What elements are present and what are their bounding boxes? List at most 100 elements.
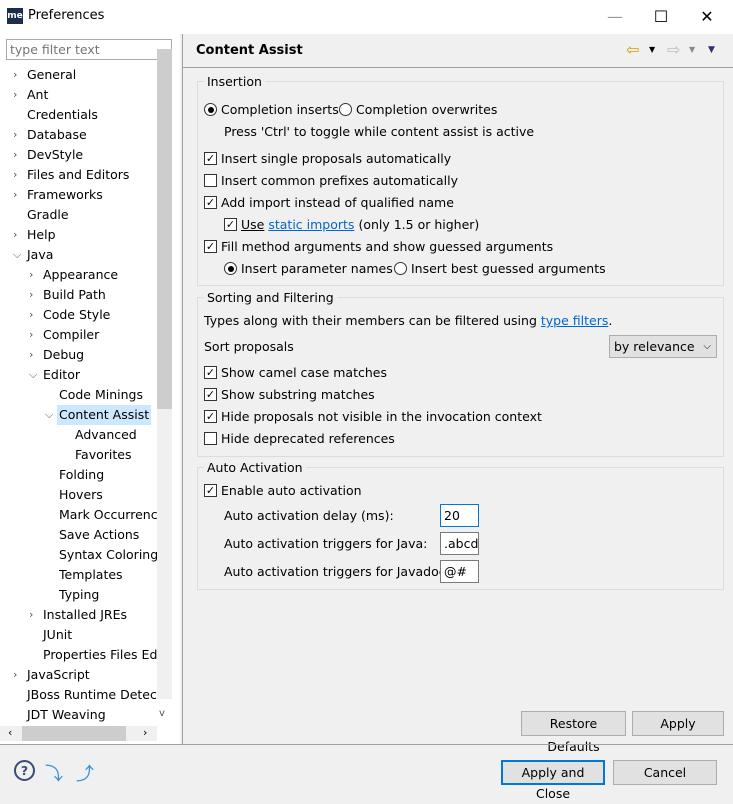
tree-item[interactable]: Code Style	[41, 305, 112, 325]
tree-item[interactable]: Files and Editors	[25, 165, 131, 185]
tree-item[interactable]: Code Minings	[57, 385, 145, 405]
back-icon[interactable]: ⇦	[626, 40, 639, 59]
checkbox-checked[interactable]: ✓	[204, 240, 217, 253]
chevron-right-icon[interactable]: ›	[29, 348, 33, 361]
help-icon[interactable]: ?	[14, 760, 35, 781]
type-filters-link[interactable]: type filters	[541, 313, 609, 328]
checkbox-checked[interactable]: ✓	[204, 196, 217, 209]
static-imports-link[interactable]: static imports	[268, 217, 354, 232]
checkbox-checked[interactable]: ✓	[224, 218, 237, 231]
maximize-button[interactable]: ☐	[638, 4, 684, 30]
tree-item[interactable]: Favorites	[73, 445, 133, 465]
back-menu-icon[interactable]: ▼	[649, 45, 655, 54]
filter-input[interactable]	[6, 39, 172, 60]
camel-case-checkbox[interactable]: ✓ Show camel case matches	[204, 365, 387, 380]
sort-proposals-select[interactable]: by relevance ⌵	[609, 335, 717, 358]
forward-icon[interactable]: ⇨	[667, 40, 680, 59]
tree-item[interactable]: Editor	[41, 365, 82, 385]
completion-inserts-radio[interactable]: Completion inserts	[204, 102, 339, 117]
tree-item[interactable]: Build Path	[41, 285, 108, 305]
chevron-right-icon[interactable]: ›	[13, 188, 17, 201]
tree-item[interactable]: General	[25, 65, 78, 85]
chevron-right-icon[interactable]: ›	[13, 148, 17, 161]
tree-item[interactable]: JavaScript	[25, 665, 92, 685]
minimize-button[interactable]: —	[592, 4, 638, 30]
chevron-right-icon[interactable]: ›	[13, 168, 17, 181]
insert-single-checkbox[interactable]: ✓ Insert single proposals automatically	[204, 151, 451, 166]
tree-item[interactable]: Hovers	[57, 485, 105, 505]
chevron-down-icon[interactable]: ⌵	[13, 248, 21, 262]
chevron-right-icon[interactable]: ›	[29, 608, 33, 621]
tree-item[interactable]: Java	[25, 245, 55, 265]
apply-and-close-button[interactable]: Apply and Close	[501, 760, 605, 801]
cancel-button[interactable]: Cancel	[613, 760, 717, 785]
tree-item[interactable]: Syntax Coloring	[57, 545, 157, 565]
chevron-right-icon[interactable]: ›	[13, 228, 17, 241]
checkbox-checked[interactable]: ✓	[204, 410, 217, 423]
tree-item[interactable]: Database	[25, 125, 89, 145]
checkbox-checked[interactable]: ✓	[204, 388, 217, 401]
chevron-right-icon[interactable]: ›	[13, 668, 17, 681]
radio[interactable]	[339, 103, 352, 116]
radio-selected[interactable]	[224, 262, 237, 275]
tree-item[interactable]: Installed JREs	[41, 605, 129, 625]
apply-button[interactable]: Apply	[632, 711, 724, 736]
tree-item[interactable]: Appearance	[41, 265, 120, 285]
close-button[interactable]: ✕	[684, 4, 730, 30]
hide-deprecated-checkbox[interactable]: Hide deprecated references	[204, 431, 395, 446]
tree-item[interactable]: Mark Occurrences	[57, 505, 157, 525]
tree-item[interactable]: Help	[25, 225, 58, 245]
tree-item[interactable]: JBoss Runtime Detection	[25, 685, 157, 705]
import-icon[interactable]: ⤵	[45, 760, 63, 786]
scroll-down-icon[interactable]: v	[159, 708, 165, 719]
checkbox[interactable]	[204, 174, 217, 187]
tree-item[interactable]: Debug	[41, 345, 86, 365]
tree-item[interactable]: Gradle	[25, 205, 71, 225]
enable-auto-activation-checkbox[interactable]: ✓ Enable auto activation	[204, 483, 362, 498]
pane-divider[interactable]	[182, 34, 183, 744]
checkbox[interactable]	[204, 432, 217, 445]
radio[interactable]	[394, 262, 407, 275]
checkbox-checked[interactable]: ✓	[204, 484, 217, 497]
scroll-right-icon[interactable]: ›	[143, 726, 147, 739]
tree-item[interactable]: Content Assist	[57, 405, 152, 425]
insert-prefixes-checkbox[interactable]: Insert common prefixes automatically	[204, 173, 458, 188]
tree-item[interactable]: Save Actions	[57, 525, 141, 545]
chevron-right-icon[interactable]: ›	[13, 128, 17, 141]
radio-selected[interactable]	[204, 103, 217, 116]
delay-input[interactable]: 20	[440, 504, 479, 527]
chevron-right-icon[interactable]: ›	[29, 288, 33, 301]
checkbox-checked[interactable]: ✓	[204, 366, 217, 379]
add-import-checkbox[interactable]: ✓ Add import instead of qualified name	[204, 195, 454, 210]
export-icon[interactable]: ⤴	[76, 760, 94, 786]
tree-item[interactable]: JDT Weaving	[25, 705, 108, 725]
tree-item[interactable]: JUnit	[41, 625, 74, 645]
tree-item[interactable]: Templates	[57, 565, 125, 585]
chevron-right-icon[interactable]: ›	[13, 68, 17, 81]
completion-overwrites-radio[interactable]: Completion overwrites	[339, 102, 497, 117]
tree-item[interactable]: Folding	[57, 465, 106, 485]
chevron-down-icon[interactable]: ⌵	[45, 408, 53, 422]
chevron-right-icon[interactable]: ›	[29, 308, 33, 321]
chevron-right-icon[interactable]: ›	[29, 328, 33, 341]
tree-item[interactable]: Credentials	[25, 105, 100, 125]
chevron-right-icon[interactable]: ›	[29, 268, 33, 281]
checkbox-checked[interactable]: ✓	[204, 152, 217, 165]
forward-menu-icon[interactable]: ▼	[689, 45, 695, 54]
tree-item[interactable]: Ant	[25, 85, 50, 105]
substring-checkbox[interactable]: ✓ Show substring matches	[204, 387, 375, 402]
tree-vertical-scroll-thumb[interactable]	[157, 49, 172, 409]
view-menu-icon[interactable]: ▼	[708, 45, 715, 55]
tree-item[interactable]: Compiler	[41, 325, 101, 345]
use-static-imports-checkbox[interactable]: ✓ Use static imports (only 1.5 or higher)	[224, 217, 479, 232]
tree-item[interactable]: Advanced	[73, 425, 139, 445]
tree-item[interactable]: DevStyle	[25, 145, 85, 165]
tree-item[interactable]: Frameworks	[25, 185, 105, 205]
chevron-down-icon[interactable]: ⌵	[29, 368, 37, 382]
best-guessed-radio[interactable]: Insert best guessed arguments	[394, 261, 606, 276]
javadoc-triggers-input[interactable]: @#	[440, 560, 479, 583]
scroll-left-icon[interactable]: ‹	[8, 726, 12, 739]
tree-horizontal-scroll-thumb[interactable]	[22, 726, 126, 741]
tree-item[interactable]: Typing	[57, 585, 101, 605]
hide-invisible-checkbox[interactable]: ✓ Hide proposals not visible in the invoc…	[204, 409, 542, 424]
